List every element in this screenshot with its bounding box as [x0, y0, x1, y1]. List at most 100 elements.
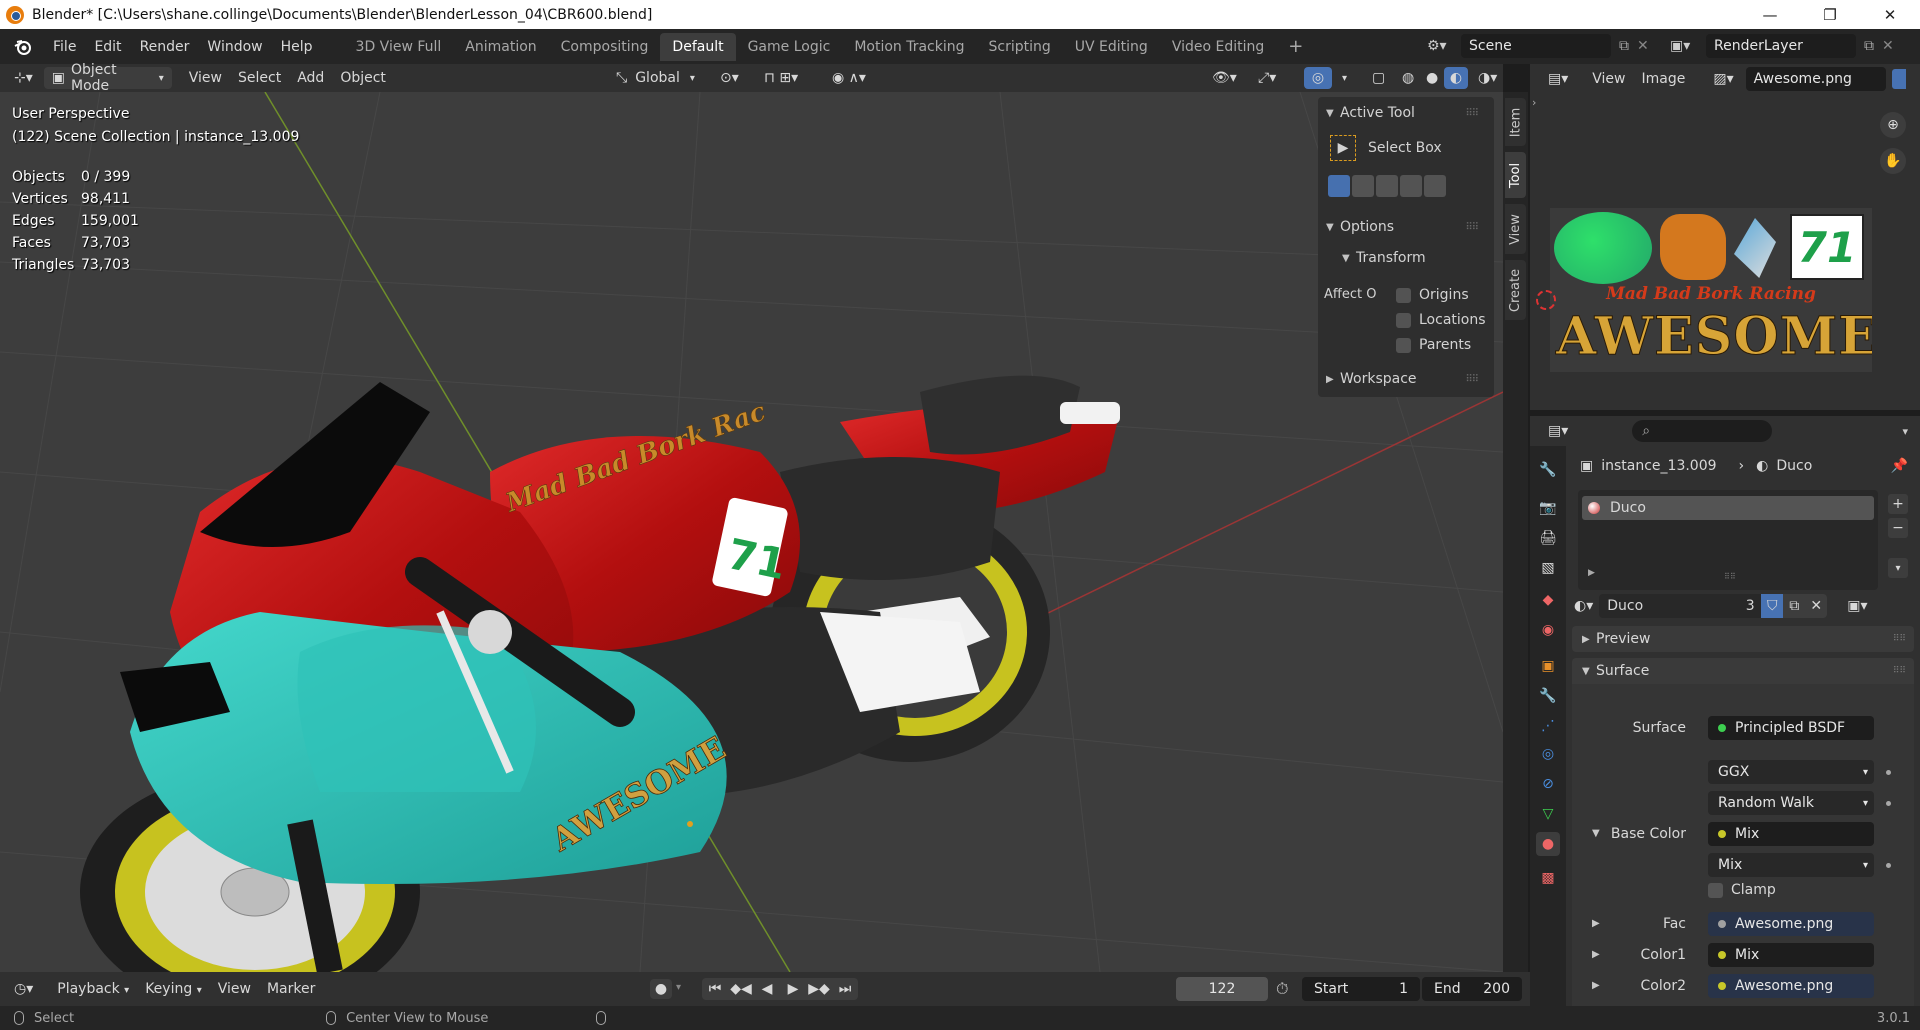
surface-shader-field[interactable]: Principled BSDF: [1708, 716, 1874, 740]
blend-mode-dropdown[interactable]: Mix ▾: [1708, 853, 1874, 877]
proportional-edit-icon[interactable]: ◉ ∧▾: [824, 67, 874, 89]
options-header[interactable]: ▼ Options ⠿⠿: [1326, 219, 1486, 235]
affect-origins-checkbox[interactable]: Origins: [1396, 287, 1469, 303]
tab-scripting[interactable]: Scripting: [977, 33, 1063, 61]
image-pin-icon[interactable]: [1891, 69, 1906, 89]
jump-end-icon[interactable]: ⏭: [832, 978, 858, 1000]
render-layer-selector[interactable]: RenderLayer: [1706, 34, 1856, 58]
maximize-button[interactable]: ❐: [1800, 0, 1860, 29]
image-menu-image[interactable]: Image: [1634, 68, 1694, 90]
timeline-editor-type-icon[interactable]: ◷▾: [6, 981, 41, 997]
menu-file[interactable]: File: [44, 39, 85, 55]
snap-icon[interactable]: ⊓ ⊞▾: [756, 67, 806, 89]
duplicate-material-icon[interactable]: ⧉: [1783, 594, 1806, 618]
drag-handle-icon[interactable]: ⠿⠿: [1465, 222, 1479, 233]
viewport-menu-object[interactable]: Object: [332, 67, 394, 89]
expand-color1-icon[interactable]: ▶: [1592, 949, 1600, 960]
image-name-field[interactable]: Awesome.png: [1745, 67, 1886, 91]
tab-default[interactable]: Default: [660, 32, 736, 61]
expand-fac-icon[interactable]: ▶: [1592, 918, 1600, 929]
menu-render[interactable]: Render: [131, 39, 199, 55]
slot-specials-icon[interactable]: ▾: [1888, 558, 1908, 578]
expand-color2-icon[interactable]: ▶: [1592, 980, 1600, 991]
pivot-icon[interactable]: ⊙▾: [712, 67, 747, 89]
image-menu-view[interactable]: View: [1584, 68, 1633, 90]
modifier-props-icon[interactable]: 🔧: [1536, 684, 1560, 708]
start-frame-field[interactable]: Start 1: [1302, 977, 1420, 1001]
timeline-menu-playback[interactable]: Playback ▾: [49, 981, 137, 997]
jump-start-icon[interactable]: ⏮: [702, 978, 728, 1000]
material-slot-list[interactable]: Duco ▶ ⠿⠿: [1578, 490, 1878, 590]
view-object-types-icon[interactable]: 👁▾: [1204, 67, 1245, 89]
resize-handle-icon[interactable]: ⠿⠿: [1724, 572, 1736, 581]
transform-header[interactable]: ▼ Transform: [1342, 250, 1426, 266]
render-layer-close-icon[interactable]: ✕: [1882, 38, 1894, 54]
timeline-menu-marker[interactable]: Marker: [259, 981, 323, 997]
tab-item[interactable]: Item: [1505, 98, 1526, 146]
mode-dropdown[interactable]: ▣ Object Mode ▾: [43, 62, 172, 94]
select-extend-icon[interactable]: [1352, 175, 1374, 197]
physics-props-icon[interactable]: ◎: [1536, 742, 1560, 766]
affect-parents-checkbox[interactable]: Parents: [1396, 337, 1471, 353]
distribution-dropdown[interactable]: GGX ▾: [1708, 760, 1874, 784]
solid-shading-icon[interactable]: ●: [1418, 67, 1446, 89]
overlays-icon[interactable]: ◎: [1304, 67, 1332, 89]
rendered-shading-icon[interactable]: ◑▾: [1470, 67, 1505, 89]
view-layer-props-icon[interactable]: ▧: [1536, 556, 1560, 580]
add-workspace-button[interactable]: +: [1276, 30, 1315, 63]
pin-icon[interactable]: 📌: [1891, 458, 1908, 474]
play-icon[interactable]: ▶: [780, 978, 806, 1000]
render-props-icon[interactable]: 📷: [1536, 496, 1560, 520]
image-browse-icon[interactable]: ▨▾: [1705, 68, 1741, 90]
unlink-material-icon[interactable]: ✕: [1805, 594, 1828, 618]
viewport-menu-view[interactable]: View: [181, 67, 230, 89]
surface-panel-header[interactable]: ▼ Surface ⠿⠿: [1572, 658, 1914, 684]
properties-editor-type-icon[interactable]: ▤▾: [1540, 420, 1576, 442]
link-type-icon[interactable]: ▣▾: [1847, 598, 1867, 614]
render-layer-icon[interactable]: ▣▾: [1670, 38, 1706, 54]
world-props-icon[interactable]: ◉: [1536, 618, 1560, 642]
tab-3d-view-full[interactable]: 3D View Full: [344, 33, 454, 61]
drag-handle-icon[interactable]: ⠿⠿: [1465, 108, 1479, 119]
orientation-dropdown[interactable]: ⤡ Global ▾: [608, 67, 703, 89]
fac-input-field[interactable]: Awesome.png: [1708, 912, 1874, 936]
output-props-icon[interactable]: 🖨: [1536, 526, 1560, 550]
object-props-icon[interactable]: ▣: [1536, 654, 1560, 678]
tab-uv-editing[interactable]: UV Editing: [1063, 33, 1160, 61]
xray-icon[interactable]: ▢: [1364, 67, 1393, 89]
prev-keyframe-icon[interactable]: ◆◀: [728, 978, 754, 1000]
data-props-icon[interactable]: ▽: [1536, 802, 1560, 826]
clamp-checkbox[interactable]: Clamp: [1708, 882, 1776, 898]
base-color-field[interactable]: Mix: [1708, 822, 1874, 846]
active-tool-row[interactable]: ▶ Select Box: [1330, 135, 1442, 161]
record-keyframe-icon[interactable]: ●: [650, 979, 672, 999]
properties-options-icon[interactable]: ▾: [1902, 425, 1908, 438]
texture-props-icon[interactable]: ▩: [1536, 866, 1560, 890]
tab-create[interactable]: Create: [1505, 260, 1526, 320]
current-frame-field[interactable]: 122: [1176, 977, 1268, 1001]
remove-slot-button[interactable]: −: [1888, 518, 1908, 538]
drag-handle-icon[interactable]: ⠿⠿: [1893, 634, 1906, 644]
record-options-icon[interactable]: ▾: [676, 982, 681, 993]
particles-props-icon[interactable]: ⋰: [1536, 714, 1560, 738]
stopwatch-icon[interactable]: ⏱: [1276, 979, 1288, 999]
image-editor-canvas[interactable]: › ⊕ ✋ 71 Mad Bad Bork Racing AWESOME: [1530, 94, 1920, 410]
tab-game-logic[interactable]: Game Logic: [736, 33, 843, 61]
3d-viewport[interactable]: 71 Mad Bad Bork Rac AWESOME User Perspec…: [0, 92, 1503, 972]
end-frame-field[interactable]: End 200: [1422, 977, 1522, 1001]
scene-copy-icon[interactable]: ⧉: [1619, 38, 1629, 54]
close-button[interactable]: ✕: [1860, 0, 1920, 29]
tab-video-editing[interactable]: Video Editing: [1160, 33, 1276, 61]
play-reverse-icon[interactable]: ◀: [754, 978, 780, 1000]
expand-list-icon[interactable]: ▶: [1588, 568, 1595, 578]
scene-selector[interactable]: Scene: [1461, 34, 1611, 58]
subsurface-method-dropdown[interactable]: Random Walk ▾: [1708, 791, 1874, 815]
preview-panel-header[interactable]: ▶ Preview ⠿⠿: [1572, 626, 1914, 652]
sidebar-expand-icon[interactable]: ›: [1532, 96, 1536, 109]
expand-base-color-icon[interactable]: ▼: [1592, 828, 1600, 839]
add-slot-button[interactable]: +: [1888, 494, 1908, 514]
timeline-menu-keying[interactable]: Keying ▾: [137, 981, 210, 997]
properties-search-field[interactable]: ⌕: [1632, 420, 1773, 442]
color2-input-field[interactable]: Awesome.png: [1708, 974, 1874, 998]
menu-help[interactable]: Help: [272, 39, 322, 55]
